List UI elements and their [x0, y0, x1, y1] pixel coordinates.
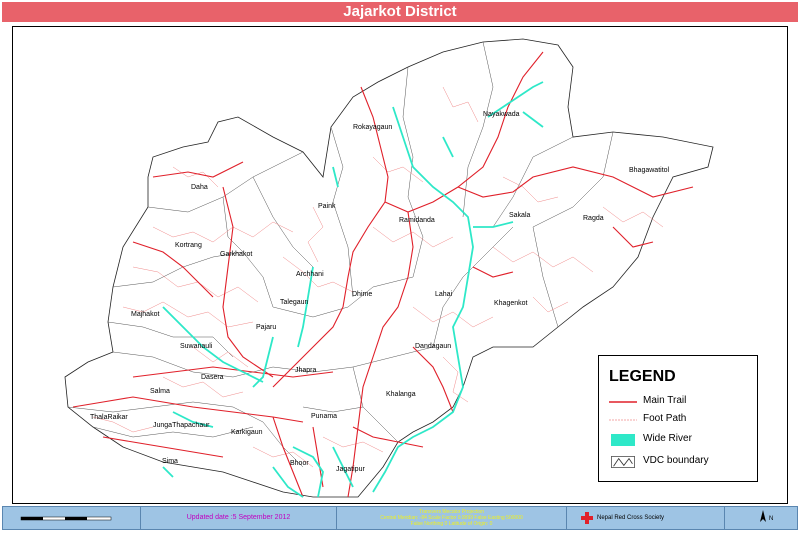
- north-label: N: [769, 516, 774, 522]
- vdc-label: Karkigaun: [231, 429, 263, 436]
- wide-river-symbol: [611, 434, 635, 446]
- legend-item-vdc-boundary: VDC boundary: [609, 454, 749, 470]
- main-trail-symbol: [609, 401, 637, 403]
- vdc-label: Ramidanda: [399, 217, 435, 224]
- vdc-label: Nayakwada: [483, 111, 520, 118]
- legend-title: LEGEND: [609, 368, 676, 385]
- vdc-label: Khagenkot: [494, 300, 528, 307]
- legend-label: VDC boundary: [643, 455, 709, 466]
- vdc-label: Paink: [318, 203, 336, 210]
- organization-cell: Nepal Red Cross Society: [567, 507, 725, 529]
- vdc-label: Bhoor: [290, 460, 309, 467]
- scale-bar-cell: [3, 507, 141, 529]
- scale-bar: [20, 516, 112, 521]
- legend-label: Main Trail: [643, 395, 687, 406]
- legend-item-foot-path: Foot Path: [609, 412, 749, 428]
- legend-label: Wide River: [643, 433, 692, 444]
- map-footer: Updated date :5 September 2012 Transvers…: [2, 506, 798, 530]
- vdc-label: Dhime: [352, 291, 373, 298]
- vdc-label: Rokayagaun: [353, 124, 393, 131]
- vdc-label: Bhagawatitol: [629, 167, 670, 174]
- vdc-label: Kortrang: [175, 242, 202, 249]
- legend-item-wide-river: Wide River: [609, 432, 749, 448]
- map-title: Jajarkot District: [2, 2, 798, 22]
- vdc-label: Suwanauli: [180, 343, 213, 350]
- foot-path-symbol: [609, 419, 637, 421]
- updated-date: Updated date :5 September 2012: [141, 507, 337, 529]
- red-cross-icon: [581, 512, 593, 524]
- vdc-label: Jhapra: [295, 367, 317, 374]
- vdc-label: Pajaru: [256, 324, 277, 331]
- vdc-label: Punama: [311, 413, 338, 420]
- vdc-label: Sakala: [509, 212, 531, 219]
- vdc-label: Dandagaun: [415, 343, 452, 350]
- vdc-label: Dasera: [201, 374, 224, 381]
- organization-name: Nepal Red Cross Society: [597, 515, 665, 521]
- north-arrow-cell: N: [725, 507, 797, 529]
- vdc-label: Sima: [162, 458, 178, 465]
- vdc-label: ThalaRaikar: [90, 414, 128, 421]
- vdc-label: Talegaun: [280, 299, 309, 306]
- vdc-label: Lahai: [435, 291, 453, 298]
- vdc-label: Majhakot: [131, 311, 160, 318]
- vdc-label: Garkhakot: [220, 251, 253, 258]
- vdc-label: Daha: [191, 184, 208, 191]
- vdc-label: JungaThapachaur: [153, 422, 210, 429]
- projection-line-2: False Northing 0 Latitude of Origin: 0: [410, 521, 493, 527]
- vdc-label: Ragda: [583, 215, 604, 222]
- projection-info: Transvers Mecator Projection Central Mer…: [337, 507, 567, 529]
- vdc-label: Khalanga: [386, 391, 416, 398]
- legend-label: Foot Path: [643, 413, 687, 424]
- vdc-boundary-symbol: [611, 456, 635, 468]
- vdc-label: Salma: [150, 388, 170, 395]
- map-legend: LEGEND Main Trail Foot Path Wide River V…: [598, 355, 758, 482]
- vdc-label: Archhani: [296, 271, 324, 278]
- legend-item-main-trail: Main Trail: [609, 394, 749, 410]
- vdc-label: Jagatipur: [336, 466, 365, 473]
